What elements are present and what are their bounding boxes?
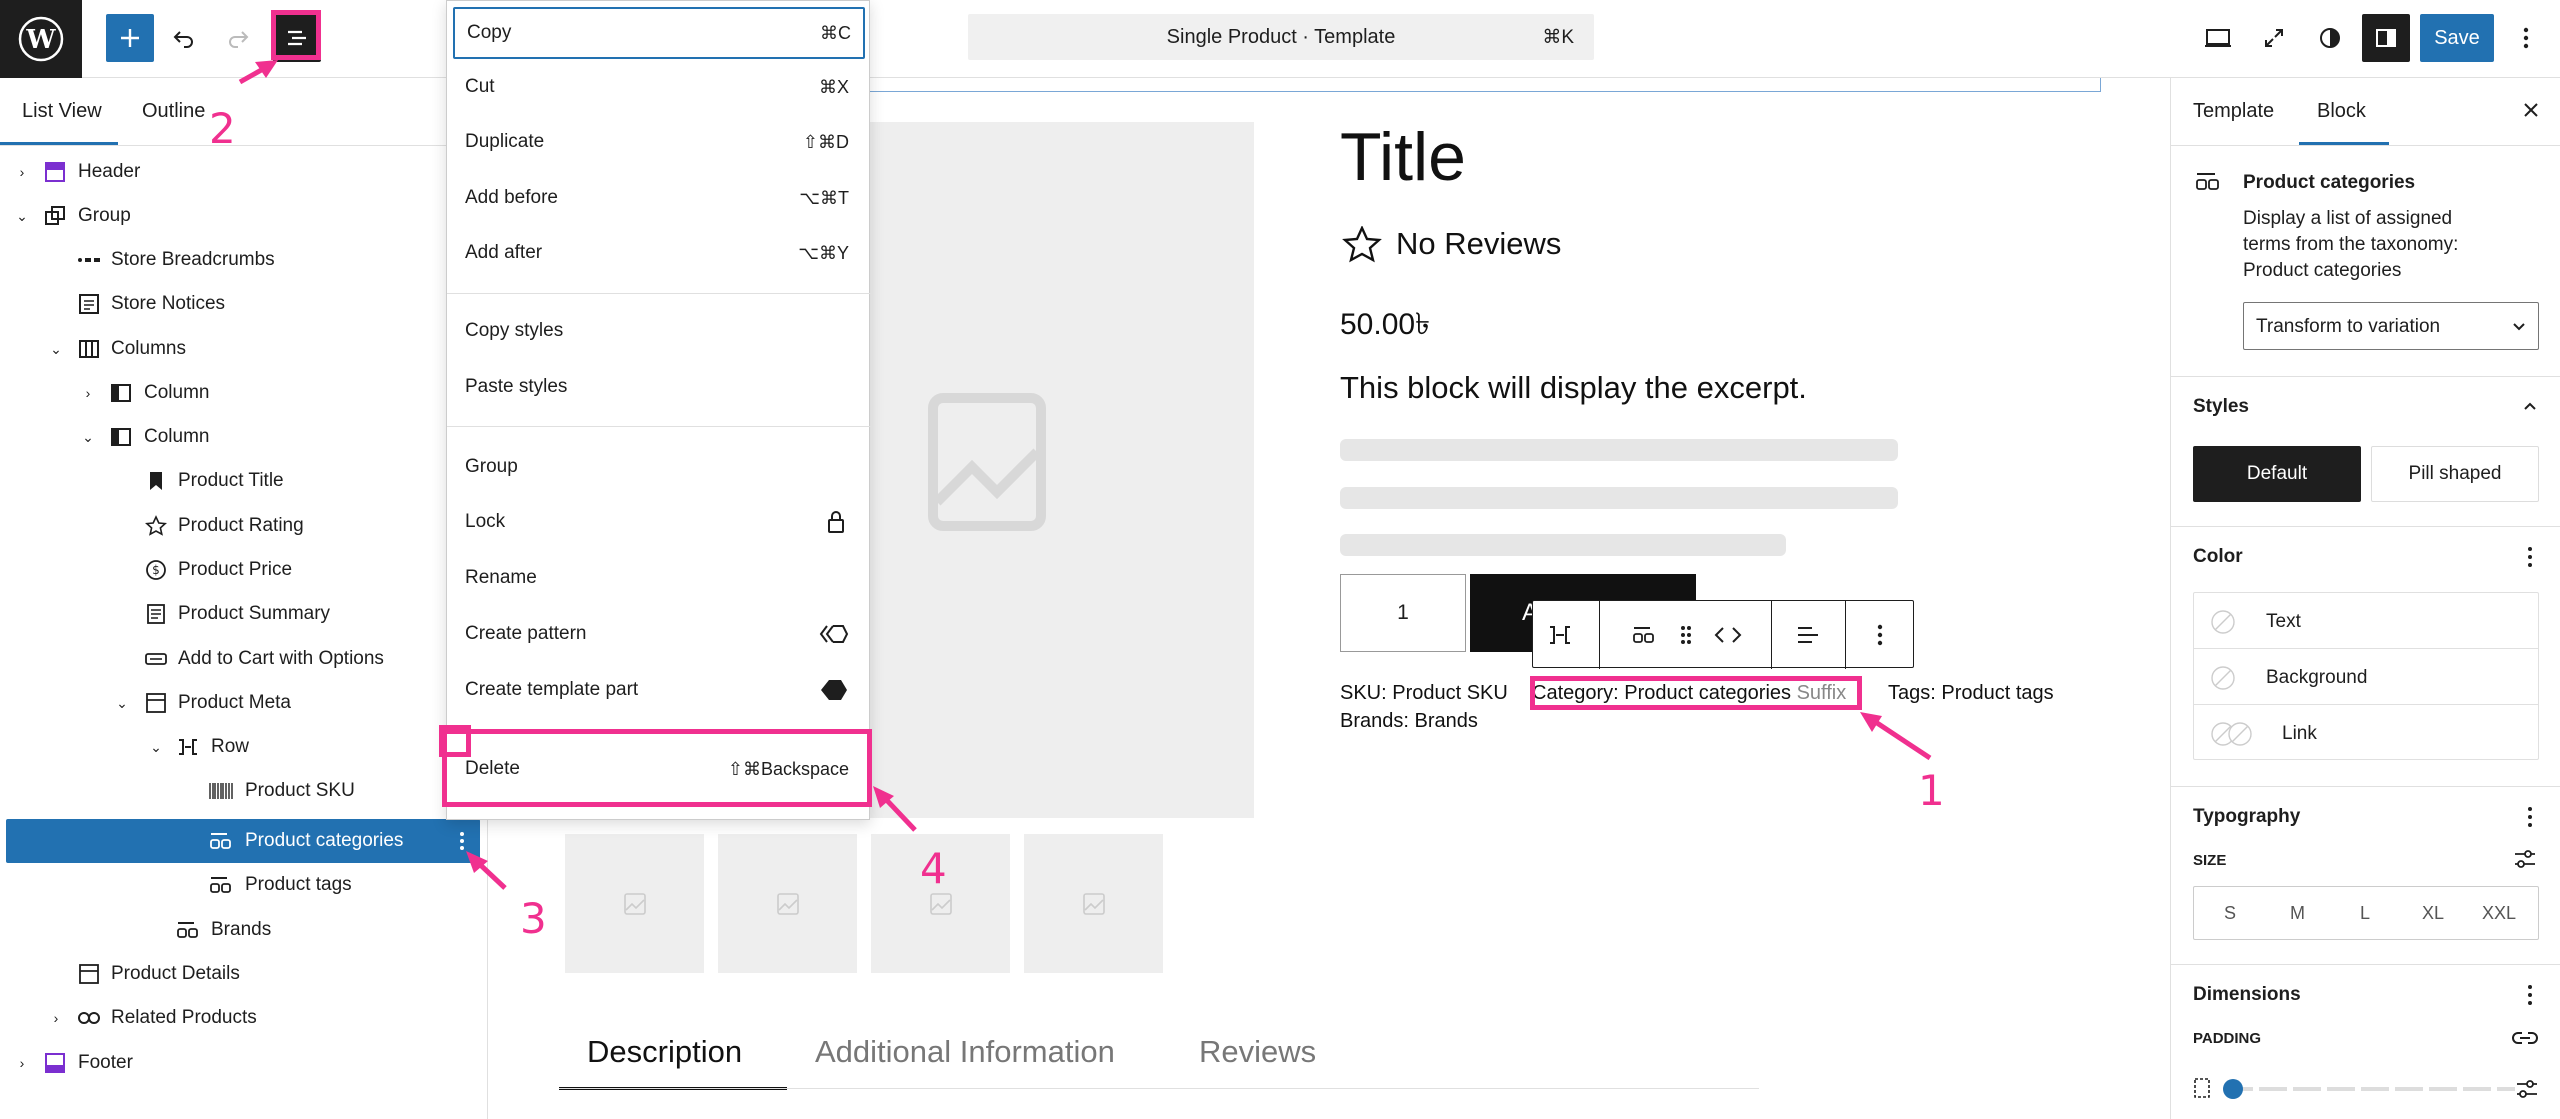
annotation-number-4: 4 (920, 844, 947, 893)
annotation-number-1: 1 (1918, 766, 1945, 815)
annotation-arrows (238, 60, 1932, 890)
annotation-number-3: 3 (520, 894, 547, 943)
annotation-number-2: 2 (209, 104, 236, 153)
